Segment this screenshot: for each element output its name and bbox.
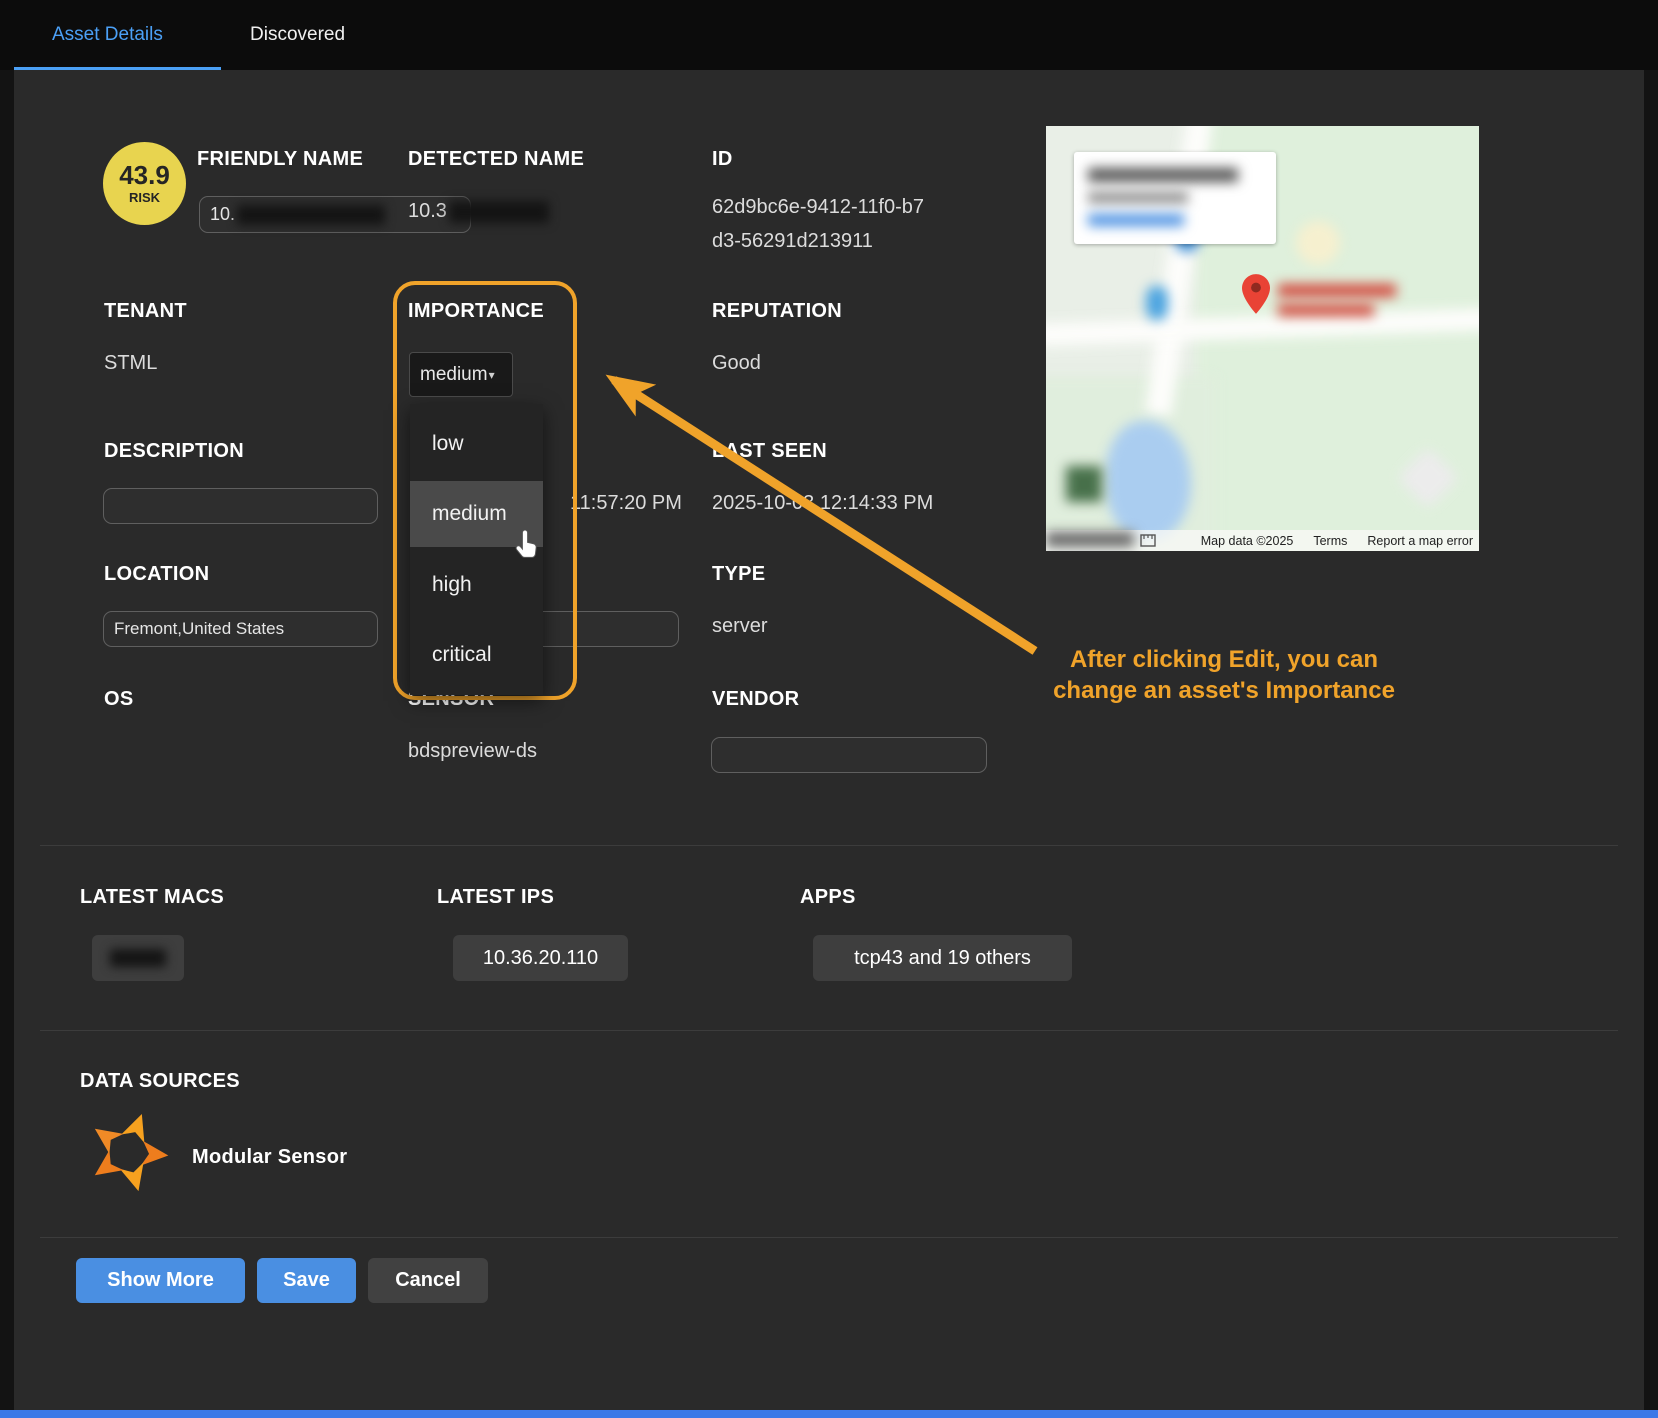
description-input[interactable] bbox=[103, 488, 378, 524]
importance-selected-value: medium bbox=[420, 364, 488, 386]
friendly-name-label: FRIENDLY NAME bbox=[197, 148, 363, 171]
description-label: DESCRIPTION bbox=[104, 440, 244, 463]
latest-macs-label: LATEST MACS bbox=[80, 886, 224, 909]
tenant-value: STML bbox=[104, 352, 157, 375]
map-info-sub-redacted bbox=[1088, 192, 1188, 203]
map-attribution-bar: Map data ©2025 Terms Report a map error bbox=[1046, 530, 1479, 551]
map-terms-link[interactable]: Terms bbox=[1313, 534, 1347, 548]
annotation-text-line1: After clicking Edit, you can bbox=[1024, 646, 1424, 674]
detected-name-redacted bbox=[449, 201, 549, 223]
reputation-label: REPUTATION bbox=[712, 300, 842, 323]
importance-option-medium[interactable]: medium bbox=[410, 481, 543, 547]
detected-name-value: 10.3 bbox=[408, 200, 549, 223]
type-label: TYPE bbox=[712, 563, 765, 586]
map-data-attribution: Map data ©2025 bbox=[1201, 534, 1294, 548]
friendly-name-redacted bbox=[237, 205, 385, 225]
apps-chip: tcp43 and 19 others bbox=[813, 935, 1072, 981]
importance-dropdown-menu: low medium high critical bbox=[410, 404, 543, 695]
type-value: server bbox=[712, 615, 768, 638]
show-more-button[interactable]: Show More bbox=[76, 1258, 245, 1303]
divider bbox=[40, 845, 1618, 846]
map-info-link-redacted bbox=[1088, 214, 1184, 226]
map-scale-icon bbox=[1140, 533, 1156, 548]
asset-details-page: Asset Details Discovered 43.9 RISK FRIEN… bbox=[0, 0, 1658, 1418]
vendor-label: VENDOR bbox=[712, 688, 799, 711]
importance-option-low[interactable]: low bbox=[410, 411, 543, 477]
map-pin-label-redacted bbox=[1278, 284, 1396, 297]
importance-option-critical[interactable]: critical bbox=[410, 622, 543, 688]
map-blue-marker-2 bbox=[1146, 286, 1168, 320]
divider bbox=[40, 1237, 1618, 1238]
map-yellow-area bbox=[1296, 221, 1340, 265]
tenant-label: TENANT bbox=[104, 300, 187, 323]
importance-label: IMPORTANCE bbox=[408, 300, 544, 323]
mac-redacted bbox=[110, 949, 166, 967]
cancel-button[interactable]: Cancel bbox=[368, 1258, 488, 1303]
save-button[interactable]: Save bbox=[257, 1258, 356, 1303]
data-sources-label: DATA SOURCES bbox=[80, 1070, 240, 1093]
asset-id-line1: 62d9bc6e-9412-11f0-b7 bbox=[712, 196, 924, 219]
importance-option-high[interactable]: high bbox=[410, 552, 543, 618]
risk-score-badge: 43.9 RISK bbox=[103, 142, 186, 225]
caret-down-icon: ▾ bbox=[489, 368, 495, 382]
bottom-accent-bar bbox=[0, 1410, 1658, 1418]
location-input[interactable]: Fremont,United States bbox=[103, 611, 378, 647]
detected-name-text: 10.3 bbox=[408, 200, 447, 223]
importance-select[interactable]: medium ▾ bbox=[409, 352, 513, 397]
latest-ip-chip: 10.36.20.110 bbox=[453, 935, 628, 981]
tab-asset-details[interactable]: Asset Details bbox=[52, 0, 163, 70]
asset-id-line2: d3-56291d213911 bbox=[712, 230, 873, 253]
modular-sensor-icon bbox=[84, 1108, 172, 1196]
tab-bar: Asset Details Discovered bbox=[0, 0, 1658, 70]
map-street-label-redacted bbox=[1046, 532, 1134, 547]
location-value: Fremont,United States bbox=[114, 619, 284, 639]
modular-sensor-name: Modular Sensor bbox=[192, 1146, 347, 1169]
reputation-value: Good bbox=[712, 352, 761, 375]
annotation-text-line2: change an asset's Importance bbox=[1024, 677, 1424, 705]
detected-name-label: DETECTED NAME bbox=[408, 148, 584, 171]
location-map[interactable]: Map data ©2025 Terms Report a map error bbox=[1046, 126, 1479, 551]
os-label: OS bbox=[104, 688, 134, 711]
divider bbox=[40, 1030, 1618, 1031]
map-info-card bbox=[1074, 152, 1276, 244]
sensor-value: bdspreview-ds bbox=[408, 740, 537, 763]
risk-score-value: 43.9 bbox=[119, 162, 170, 188]
map-pin-label2-redacted bbox=[1278, 304, 1374, 316]
vendor-input[interactable] bbox=[711, 737, 987, 773]
last-seen-value: 2025-10-03 12:14:33 PM bbox=[712, 492, 933, 515]
friendly-name-value: 10. bbox=[210, 204, 235, 225]
last-seen-label: LAST SEEN bbox=[712, 440, 827, 463]
latest-ips-label: LATEST IPS bbox=[437, 886, 554, 909]
latest-mac-chip bbox=[92, 935, 184, 981]
location-label: LOCATION bbox=[104, 563, 209, 586]
apps-label: APPS bbox=[800, 886, 856, 909]
map-report-error-link[interactable]: Report a map error bbox=[1367, 534, 1473, 548]
risk-score-label: RISK bbox=[129, 190, 160, 205]
map-water bbox=[1106, 421, 1191, 541]
map-pin-icon bbox=[1242, 274, 1270, 314]
tab-discovered[interactable]: Discovered bbox=[250, 0, 345, 70]
first-seen-partial-value: 11:57:20 PM bbox=[570, 492, 682, 515]
map-info-title-redacted bbox=[1088, 168, 1238, 182]
id-label: ID bbox=[712, 148, 733, 171]
map-park-square bbox=[1066, 466, 1102, 502]
